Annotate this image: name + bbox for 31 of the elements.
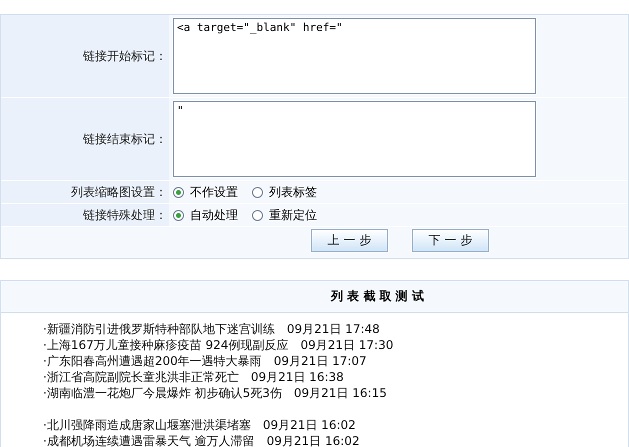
step-button[interactable]: 下 一 步 xyxy=(412,229,489,252)
news-link[interactable]: ·上海167万儿童接种麻疹疫苗 924例现副反应 xyxy=(43,337,288,353)
news-link[interactable]: ·广东阳春高州遭遇超200年一遇特大暴雨 xyxy=(43,353,262,369)
input-field[interactable]: " xyxy=(173,101,536,177)
field-label: 列表缩略图设置： xyxy=(71,184,167,200)
news-time: 09月21日 17:30 xyxy=(300,337,394,353)
radio-button[interactable] xyxy=(173,210,184,220)
input-field[interactable]: <a target="_blank" href=" xyxy=(173,18,536,94)
radio-label: 不作设置 xyxy=(190,184,238,200)
panel-title: 列 表 截 取 测 试 xyxy=(331,288,424,305)
news-time: 09月21日 16:02 xyxy=(266,433,360,447)
news-link[interactable]: ·北川强降雨造成唐家山堰塞泄洪渠堵塞 xyxy=(43,417,251,433)
field-label: 链接结束标记： xyxy=(83,130,167,148)
radio-label: 列表标签 xyxy=(269,184,317,200)
news-time: 09月21日 16:15 xyxy=(294,385,387,401)
news-link[interactable]: ·湖南临澧一花炮厂今晨爆炸 初步确认5死3伤 xyxy=(43,385,282,401)
news-link[interactable]: ·成都机场连续遭遇雷暴天气 逾万人滞留 xyxy=(43,433,255,447)
news-time: 09月21日 16:02 xyxy=(262,417,356,433)
radio-button[interactable] xyxy=(252,210,263,220)
radio-label: 重新定位 xyxy=(269,206,317,224)
field-label: 链接开始标记： xyxy=(83,48,167,64)
news-time: 09月21日 17:48 xyxy=(286,321,380,337)
radio-button[interactable] xyxy=(173,186,184,198)
radio-label: 自动处理 xyxy=(190,206,238,224)
news-time: 09月21日 16:38 xyxy=(250,369,344,385)
news-link[interactable]: ·浙江省高院副院长童兆洪非正常死亡 xyxy=(43,369,239,385)
step-button[interactable]: 上 一 步 xyxy=(311,229,388,252)
field-label: 链接特殊处理： xyxy=(83,206,167,224)
news-link[interactable]: ·新疆消防引进俄罗斯特种部队地下迷宫训练 xyxy=(43,321,275,337)
news-time: 09月21日 17:07 xyxy=(274,353,367,369)
radio-button[interactable] xyxy=(252,186,263,198)
